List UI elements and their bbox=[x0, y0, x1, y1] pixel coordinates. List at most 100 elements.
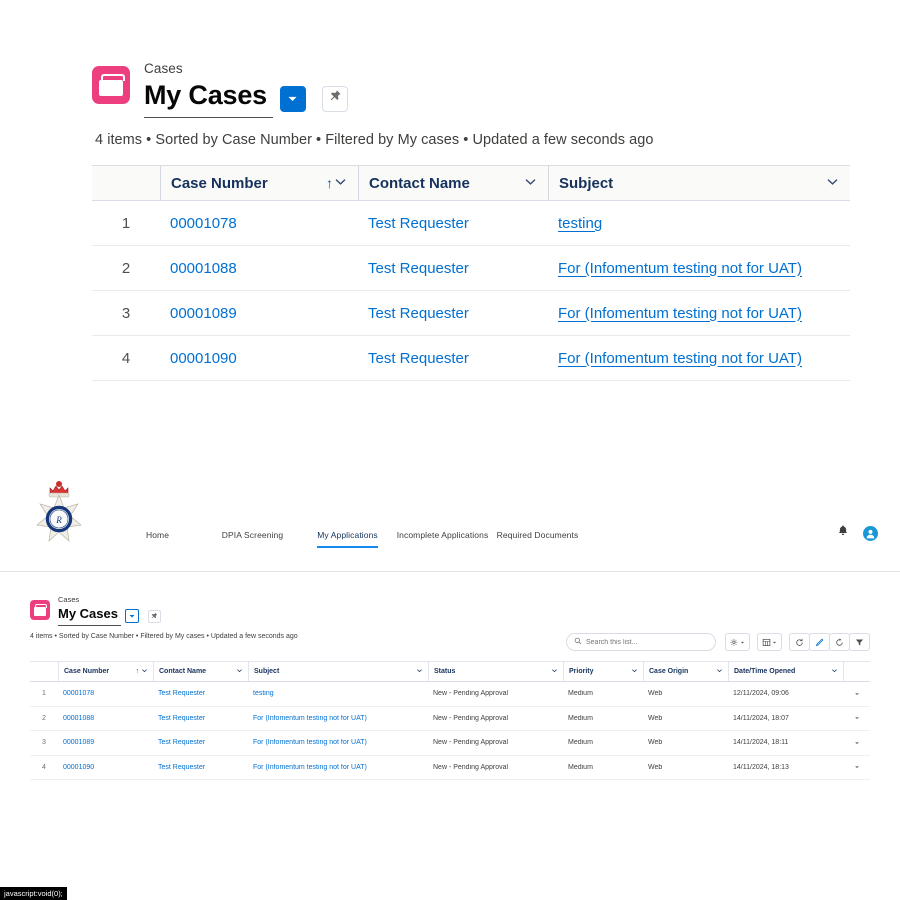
pin-view-button[interactable] bbox=[147, 609, 161, 623]
user-avatar-icon[interactable] bbox=[863, 525, 878, 541]
column-header-case-origin[interactable]: Case Origin bbox=[643, 662, 728, 681]
column-header-subject[interactable]: Subject bbox=[248, 662, 428, 681]
nav-item-home[interactable]: Home bbox=[146, 530, 169, 548]
row-actions-button[interactable] bbox=[843, 740, 870, 746]
notifications-bell-icon[interactable] bbox=[837, 524, 849, 542]
subject-link[interactable]: For (Infomentum testing not for UAT) bbox=[558, 260, 802, 277]
column-header-case-number[interactable]: Case Number ↑ bbox=[58, 662, 153, 681]
case-number-link[interactable]: 00001090 bbox=[63, 764, 94, 771]
cell-contact-name: Test Requester bbox=[358, 350, 548, 367]
search-input-wrapper[interactable] bbox=[566, 633, 716, 651]
list-view-controls-button[interactable] bbox=[725, 633, 750, 651]
chevron-down-icon[interactable] bbox=[825, 174, 840, 193]
column-label: Case Origin bbox=[649, 668, 689, 675]
row-actions-button[interactable] bbox=[843, 691, 870, 697]
chevron-down-icon[interactable] bbox=[551, 667, 558, 676]
chevron-down-icon[interactable] bbox=[831, 667, 838, 676]
nav-item-required-documents[interactable]: Required Documents bbox=[497, 530, 579, 548]
table-row[interactable]: 2 00001088 Test Requester For (Infomentu… bbox=[30, 707, 870, 731]
chevron-down-icon[interactable] bbox=[333, 174, 348, 193]
row-actions-button[interactable] bbox=[843, 715, 870, 721]
subject-link[interactable]: For (Infomentum testing not for UAT) bbox=[253, 715, 367, 722]
column-header-case-number[interactable]: Case Number ↑ bbox=[160, 166, 358, 200]
contact-name-link[interactable]: Test Requester bbox=[158, 739, 205, 746]
view-selector-dropdown[interactable] bbox=[124, 607, 139, 625]
chevron-down-icon[interactable] bbox=[141, 667, 148, 676]
contact-name-link[interactable]: Test Requester bbox=[158, 715, 205, 722]
cell-subject: For (Infomentum testing not for UAT) bbox=[248, 739, 428, 746]
contact-name-link[interactable]: Test Requester bbox=[368, 215, 469, 232]
contact-name-link[interactable]: Test Requester bbox=[158, 690, 205, 697]
row-actions-button[interactable] bbox=[843, 764, 870, 770]
column-header-priority[interactable]: Priority bbox=[563, 662, 643, 681]
subject-link[interactable]: testing bbox=[253, 690, 274, 697]
case-number-link[interactable]: 00001089 bbox=[170, 305, 237, 322]
display-as-table-button[interactable] bbox=[757, 633, 782, 651]
zoomed-list-preview: Cases My Cases 4 items • Sorted by Case … bbox=[0, 0, 900, 455]
chevron-down-icon[interactable] bbox=[236, 667, 243, 676]
column-header-actions bbox=[843, 662, 870, 681]
contact-name-link[interactable]: Test Requester bbox=[368, 350, 469, 367]
column-label: Case Number bbox=[171, 174, 268, 192]
column-header-date-time-opened[interactable]: Date/Time Opened bbox=[728, 662, 843, 681]
subject-link[interactable]: For (Infomentum testing not for UAT) bbox=[253, 739, 367, 746]
table-row[interactable]: 3 00001089 Test Requester For (Infomentu… bbox=[92, 291, 850, 336]
contact-name-link[interactable]: Test Requester bbox=[368, 260, 469, 277]
table-header-row: Case Number ↑ Contact Name Subject Statu… bbox=[30, 662, 870, 682]
briefcase-icon bbox=[92, 66, 130, 104]
contact-name-link[interactable]: Test Requester bbox=[158, 764, 205, 771]
search-input[interactable] bbox=[586, 638, 706, 646]
case-number-link[interactable]: 00001078 bbox=[63, 690, 94, 697]
list-toolbar bbox=[566, 633, 870, 651]
cell-case-number: 00001088 bbox=[58, 715, 153, 722]
column-header-contact-name[interactable]: Contact Name bbox=[153, 662, 248, 681]
case-number-link[interactable]: 00001088 bbox=[63, 715, 94, 722]
cell-contact-name: Test Requester bbox=[358, 215, 548, 232]
table-row[interactable]: 4 00001090 Test Requester For (Infomentu… bbox=[30, 756, 870, 780]
nav-item-dpia-screening[interactable]: DPIA Screening bbox=[222, 530, 283, 548]
table-row[interactable]: 4 00001090 Test Requester For (Infomentu… bbox=[92, 336, 850, 381]
chevron-down-icon bbox=[128, 607, 136, 625]
cell-subject: For (Infomentum testing not for UAT) bbox=[248, 764, 428, 771]
column-header-subject[interactable]: Subject bbox=[548, 166, 850, 200]
case-number-link[interactable]: 00001088 bbox=[170, 260, 237, 277]
table-row[interactable]: 1 00001078 Test Requester testing New - … bbox=[30, 682, 870, 707]
case-number-link[interactable]: 00001089 bbox=[63, 739, 94, 746]
police-badge-logo[interactable]: R bbox=[33, 477, 85, 545]
chevron-down-icon[interactable] bbox=[416, 667, 423, 676]
subject-link[interactable]: testing bbox=[558, 215, 602, 232]
edit-pencil-button[interactable] bbox=[809, 633, 830, 651]
case-number-link[interactable]: 00001078 bbox=[170, 215, 237, 232]
nav-item-incomplete-applications[interactable]: Incomplete Applications bbox=[397, 530, 489, 548]
column-header-contact-name[interactable]: Contact Name bbox=[358, 166, 548, 200]
table-row[interactable]: 2 00001088 Test Requester For (Infomentu… bbox=[92, 246, 850, 291]
cell-status: New - Pending Approval bbox=[433, 763, 509, 771]
filter-button[interactable] bbox=[849, 633, 870, 651]
contact-name-link[interactable]: Test Requester bbox=[368, 305, 469, 322]
cell-case-origin: Web bbox=[648, 763, 663, 771]
chevron-down-icon[interactable] bbox=[631, 667, 638, 676]
subject-link[interactable]: For (Infomentum testing not for UAT) bbox=[558, 305, 802, 322]
subject-link[interactable]: For (Infomentum testing not for UAT) bbox=[558, 350, 802, 367]
row-number: 2 bbox=[42, 714, 46, 722]
cell-case-number: 00001090 bbox=[58, 764, 153, 771]
table-row[interactable]: 3 00001089 Test Requester For (Infomentu… bbox=[30, 731, 870, 756]
column-header-status[interactable]: Status bbox=[428, 662, 563, 681]
refresh-button[interactable] bbox=[789, 633, 810, 651]
nav-item-my-applications[interactable]: My Applications bbox=[317, 530, 378, 548]
table-row[interactable]: 1 00001078 Test Requester testing bbox=[92, 201, 850, 246]
pin-view-button[interactable] bbox=[321, 85, 348, 112]
chevron-down-icon[interactable] bbox=[523, 174, 538, 193]
page-title: My Cases bbox=[58, 606, 121, 626]
subject-link[interactable]: For (Infomentum testing not for UAT) bbox=[253, 764, 367, 771]
cell-date-time-opened: 12/11/2024, 09:06 bbox=[733, 690, 789, 698]
column-header-rownum bbox=[30, 662, 58, 681]
cell-date-time-opened: 14/11/2024, 18:13 bbox=[733, 763, 789, 771]
row-number: 3 bbox=[42, 739, 46, 747]
cell-priority: Medium bbox=[568, 714, 593, 722]
case-number-link[interactable]: 00001090 bbox=[170, 350, 237, 367]
app-page: Cases My Cases 4 items • Sorted by Case … bbox=[0, 0, 900, 900]
chart-refresh-button[interactable] bbox=[829, 633, 850, 651]
chevron-down-icon[interactable] bbox=[716, 667, 723, 676]
view-selector-dropdown[interactable] bbox=[279, 85, 306, 112]
